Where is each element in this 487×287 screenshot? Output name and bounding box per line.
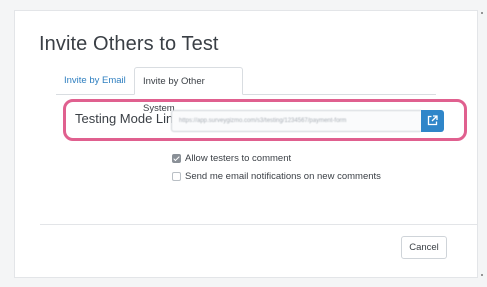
cancel-button[interactable]: Cancel	[401, 236, 447, 259]
open-link-button[interactable]	[421, 110, 444, 132]
corner-dot	[481, 12, 483, 14]
testing-link-field[interactable]: https://app.surveygizmo.com/s3/testing/1…	[171, 110, 421, 132]
footer-divider	[40, 224, 478, 225]
invite-tabs: Invite by Email Invite by Other System	[56, 67, 436, 114]
allow-comments-checkbox[interactable]	[172, 154, 181, 163]
testing-link-label: Testing Mode Link	[75, 111, 180, 126]
allow-comments-label: Allow testers to comment	[185, 153, 292, 164]
tab-invite-by-email[interactable]: Invite by Email	[56, 67, 134, 94]
corner-dot	[481, 274, 483, 276]
email-notifications-label: Send me email notifications on new comme…	[185, 171, 381, 182]
external-link-icon	[427, 115, 438, 126]
email-notifications-checkbox[interactable]	[172, 172, 181, 181]
dialog-title: Invite Others to Test	[39, 33, 219, 55]
tab-invite-by-other-system[interactable]: Invite by Other System	[134, 67, 243, 114]
